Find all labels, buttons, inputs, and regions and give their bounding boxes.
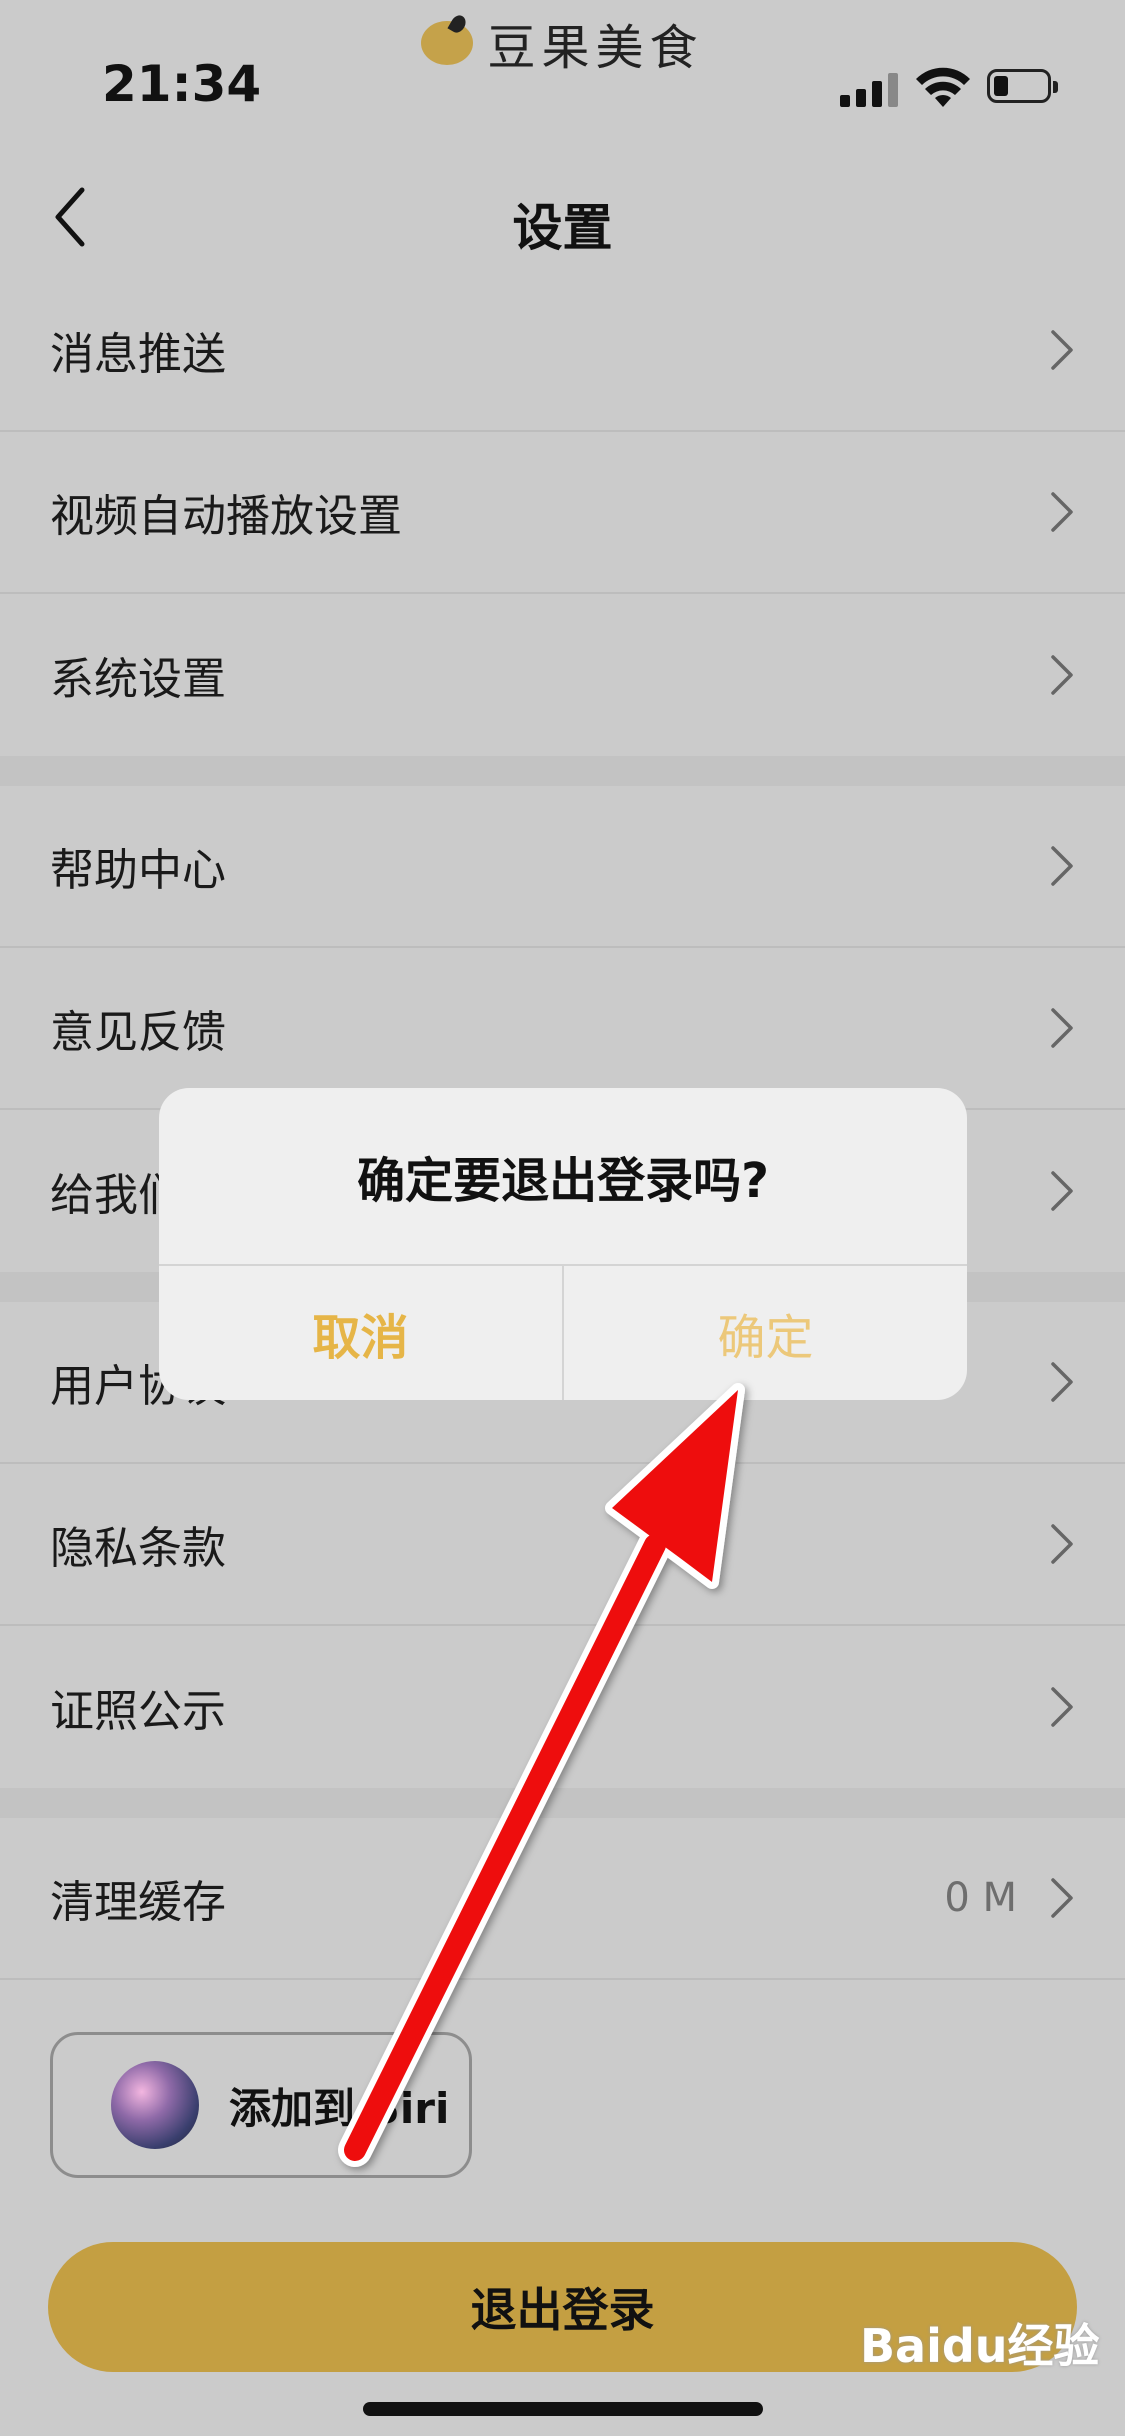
dialog-confirm-button[interactable]: 确定: [564, 1266, 967, 1400]
settings-row-label: 视频自动播放设置: [50, 491, 402, 542]
chevron-right-icon: [1051, 1878, 1073, 1918]
chevron-right-icon: [1051, 655, 1073, 695]
battery-icon: [987, 69, 1058, 103]
settings-row-system[interactable]: 系统设置: [0, 594, 1125, 756]
settings-row-video-autoplay[interactable]: 视频自动播放设置: [0, 432, 1125, 594]
wifi-icon: [916, 67, 970, 107]
settings-row-label: 证照公示: [50, 1686, 226, 1737]
logout-confirm-dialog: 确定要退出登录吗? 取消 确定: [159, 1088, 967, 1400]
nav-bar: 设置: [0, 160, 1125, 270]
status-time: 21:34: [102, 55, 262, 113]
cellular-signal-icon: [840, 73, 898, 107]
settings-row-clear-cache[interactable]: 清理缓存 0 M: [0, 1818, 1125, 1980]
dialog-title: 确定要退出登录吗?: [159, 1088, 967, 1266]
add-to-siri-button[interactable]: 添加到 Siri: [50, 2032, 472, 2178]
baidu-watermark-text: Baidu经验: [860, 2319, 1100, 2373]
dialog-actions: 取消 确定: [159, 1266, 967, 1400]
chevron-right-icon: [1051, 1524, 1073, 1564]
logout-label: 退出登录: [470, 2283, 655, 2337]
chevron-right-icon: [1051, 846, 1073, 886]
settings-row-label: 帮助中心: [50, 845, 226, 896]
chevron-right-icon: [1051, 1687, 1073, 1727]
settings-row-label: 清理缓存: [50, 1877, 226, 1928]
chevron-right-icon: [1051, 1171, 1073, 1211]
settings-row-message-push[interactable]: 消息推送: [0, 270, 1125, 432]
section-divider: [0, 756, 1125, 786]
page-title: 设置: [512, 199, 613, 257]
settings-row-label: 消息推送: [50, 329, 226, 380]
home-indicator: [363, 2402, 763, 2416]
settings-row-feedback[interactable]: 意见反馈: [0, 948, 1125, 1110]
siri-icon: [111, 2061, 199, 2149]
dialog-cancel-button[interactable]: 取消: [159, 1266, 564, 1400]
section-divider: [0, 1788, 1125, 1818]
cache-size-value: 0 M: [944, 1875, 1017, 1921]
settings-row-help-center[interactable]: 帮助中心: [0, 786, 1125, 948]
settings-row-licenses[interactable]: 证照公示: [0, 1626, 1125, 1788]
settings-row-privacy[interactable]: 隐私条款: [0, 1464, 1125, 1626]
settings-group: 消息推送 视频自动播放设置 系统设置: [0, 270, 1125, 756]
chevron-right-icon: [1051, 1362, 1073, 1402]
status-bar: 21:34: [0, 55, 1125, 125]
settings-row-label: 意见反馈: [50, 1007, 226, 1058]
chevron-right-icon: [1051, 330, 1073, 370]
baidu-watermark: Baidu经验: [860, 2310, 1100, 2376]
settings-group: 清理缓存 0 M: [0, 1818, 1125, 1980]
add-to-siri-label: 添加到 Siri: [229, 2083, 450, 2133]
settings-row-label: 系统设置: [50, 654, 226, 705]
chevron-right-icon: [1051, 1008, 1073, 1048]
settings-row-label: 隐私条款: [50, 1523, 226, 1574]
chevron-right-icon: [1051, 492, 1073, 532]
